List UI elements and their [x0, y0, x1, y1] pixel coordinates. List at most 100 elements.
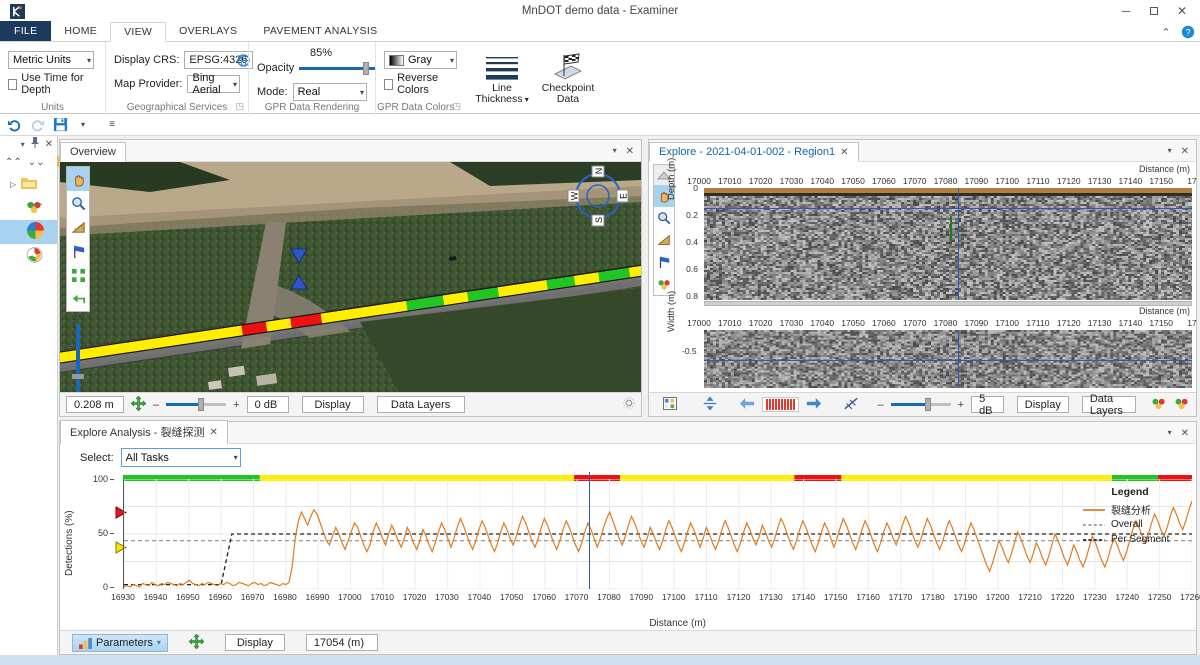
radargram-depth-image[interactable] — [704, 188, 1192, 300]
overview-tab[interactable]: Overview — [60, 142, 126, 162]
traces-icon[interactable] — [762, 397, 799, 412]
analysis-close-icon[interactable]: ✕ — [1181, 428, 1189, 439]
move-icon[interactable] — [131, 396, 146, 414]
gain-minus-button[interactable]: – — [153, 399, 159, 411]
task-select[interactable]: All Tasks ▾ — [121, 448, 241, 467]
map-position-value[interactable]: 0.208 m — [66, 396, 124, 413]
overview-dropdown-icon[interactable]: ▾ — [613, 146, 617, 157]
detections-chart[interactable]: Detections (%) 050100 Legend — [60, 472, 1196, 632]
flip-vertical-icon[interactable] — [702, 396, 718, 414]
undo-view-tool[interactable] — [67, 287, 89, 311]
chevron-down-icon[interactable]: ▾ — [75, 117, 91, 133]
map-provider-select[interactable]: Bing Aerial ▾ — [187, 75, 240, 93]
expand-all-icon[interactable]: ⌄⌄ — [28, 157, 45, 168]
explore-gain-plus-button[interactable]: + — [958, 399, 964, 411]
radargram-width-image[interactable] — [704, 330, 1192, 388]
display-crs-input[interactable]: EPSG:4326 — [184, 51, 252, 69]
grid-icon[interactable] — [663, 397, 677, 413]
compass-rose[interactable]: N S E W — [567, 165, 629, 230]
chart-y-ticks: 050100 — [80, 472, 114, 588]
explore-data-layers-button[interactable]: Data Layers — [1082, 396, 1136, 413]
explore-task1-icon[interactable] — [1151, 397, 1167, 413]
position-marker[interactable] — [288, 247, 310, 294]
analysis-tab[interactable]: Explore Analysis - 裂缝探测 ✕ — [60, 420, 228, 444]
radargram-depth[interactable]: Distance (m) 170001701017020170301704017… — [704, 164, 1192, 312]
radargram-width[interactable]: Distance (m) 170001701017020170301704017… — [704, 318, 1192, 398]
gpr-data-colors-launcher[interactable]: ◳ — [452, 101, 461, 112]
chart-plot-wrapper[interactable]: Legend 裂缝分析 Overall Per Segment 1 — [123, 472, 1192, 602]
map-data-layers-button[interactable]: Data Layers — [377, 396, 465, 413]
tab-overlays[interactable]: OVERLAYS — [166, 21, 250, 41]
gain-plus-button[interactable]: + — [233, 399, 239, 411]
chevron-right-icon[interactable]: ▷ — [10, 180, 16, 189]
depth-cursor-line[interactable] — [958, 188, 959, 300]
analysis-dropdown-icon[interactable]: ▾ — [1168, 428, 1172, 439]
opacity-slider[interactable] — [299, 67, 375, 70]
map-gain-value[interactable]: 0 dB — [247, 396, 289, 413]
flag-tool[interactable] — [67, 239, 89, 263]
tab-file[interactable]: FILE — [0, 21, 51, 41]
left-dock-item-layers[interactable] — [0, 220, 57, 244]
explore-tab[interactable]: Explore - 2021-04-01-002 - Region1 ✕ — [649, 142, 859, 162]
close-icon[interactable]: ✕ — [45, 139, 53, 150]
line-thickness-button[interactable]: Line Thickness ▾ — [473, 49, 531, 105]
pan-tool[interactable] — [67, 167, 89, 191]
explore-gain-value[interactable]: 5 dB — [971, 396, 1004, 413]
palette-select[interactable]: Gray ▾ — [384, 51, 457, 69]
explore-tab-close-icon[interactable]: ✕ — [840, 147, 848, 158]
mode-select[interactable]: Real ▾ — [293, 83, 367, 101]
checkpoint-data-button[interactable]: Checkpoint Data — [535, 49, 601, 105]
explore-ruler-tool[interactable] — [654, 229, 674, 251]
arrow-right-icon[interactable] — [806, 397, 822, 413]
save-icon[interactable] — [52, 117, 68, 133]
analysis-tab-close-icon[interactable]: ✕ — [209, 427, 217, 438]
minimize-button[interactable]: ─ — [1112, 0, 1140, 22]
tab-pavement-analysis[interactable]: PAVEMENT ANALYSIS — [250, 21, 390, 41]
magnifier-tool[interactable] — [67, 191, 89, 215]
ruler-tool[interactable] — [67, 215, 89, 239]
map-gain-slider[interactable] — [166, 403, 226, 406]
collapse-ribbon-icon[interactable]: ⌃ — [1158, 24, 1174, 40]
map-viewport[interactable]: – + N S E W — [60, 162, 641, 416]
overflow-icon[interactable]: ≡ — [104, 117, 120, 133]
depth-hscrollbar[interactable] — [704, 301, 1192, 306]
unit-system-select[interactable]: Metric Units ▾ — [8, 51, 94, 69]
gear-icon[interactable] — [623, 397, 635, 412]
geographical-services-launcher[interactable]: ◳ — [235, 101, 244, 112]
tab-home[interactable]: HOME — [51, 21, 110, 41]
explore-gain-slider[interactable] — [891, 403, 951, 406]
overview-close-icon[interactable]: ✕ — [626, 146, 634, 157]
palette-value: Gray — [408, 54, 432, 66]
pin-icon[interactable] — [30, 137, 40, 151]
left-dock-item-tasks[interactable] — [0, 196, 57, 220]
left-dock-item-data-folder[interactable]: ▷ — [0, 172, 57, 196]
reverse-colors-checkbox[interactable]: Reverse Colors — [384, 72, 457, 96]
explore-gain-minus-button[interactable]: – — [878, 399, 884, 411]
zoom-out-button[interactable]: – — [75, 310, 81, 322]
undo-icon[interactable] — [6, 117, 22, 133]
chart-cursor-line[interactable] — [589, 472, 590, 589]
explore-dropdown-icon[interactable]: ▾ — [1168, 146, 1172, 157]
maximize-button[interactable] — [1140, 0, 1168, 22]
condition-strip[interactable] — [123, 472, 1192, 478]
explore-flag-tool[interactable] — [654, 251, 674, 273]
explore-magnifier-tool[interactable] — [654, 207, 674, 229]
radargram-x-tick: 17050 — [841, 176, 865, 186]
width-cursor-line[interactable] — [958, 330, 959, 388]
chart-y-tick: 100 — [93, 474, 108, 484]
select-tool[interactable] — [67, 263, 89, 287]
dock-dropdown-icon[interactable]: ▾ — [21, 140, 25, 149]
use-time-for-depth-checkbox[interactable]: Use Time for Depth — [8, 72, 97, 96]
map-display-button[interactable]: Display — [302, 396, 364, 413]
tab-view[interactable]: VIEW — [110, 22, 166, 42]
arrow-left-icon[interactable] — [739, 397, 755, 413]
filter-icon[interactable] — [843, 396, 859, 414]
chart-plot-area[interactable] — [123, 479, 1192, 589]
help-icon[interactable]: ? — [1180, 24, 1196, 40]
explore-close-icon[interactable]: ✕ — [1181, 146, 1189, 157]
collapse-all-icon[interactable]: ⌃⌃ — [5, 157, 22, 168]
left-dock-item-palette[interactable] — [0, 244, 57, 268]
explore-task2-icon[interactable] — [1174, 397, 1190, 413]
close-button[interactable]: ✕ — [1168, 0, 1196, 22]
explore-display-button[interactable]: Display — [1017, 396, 1069, 413]
